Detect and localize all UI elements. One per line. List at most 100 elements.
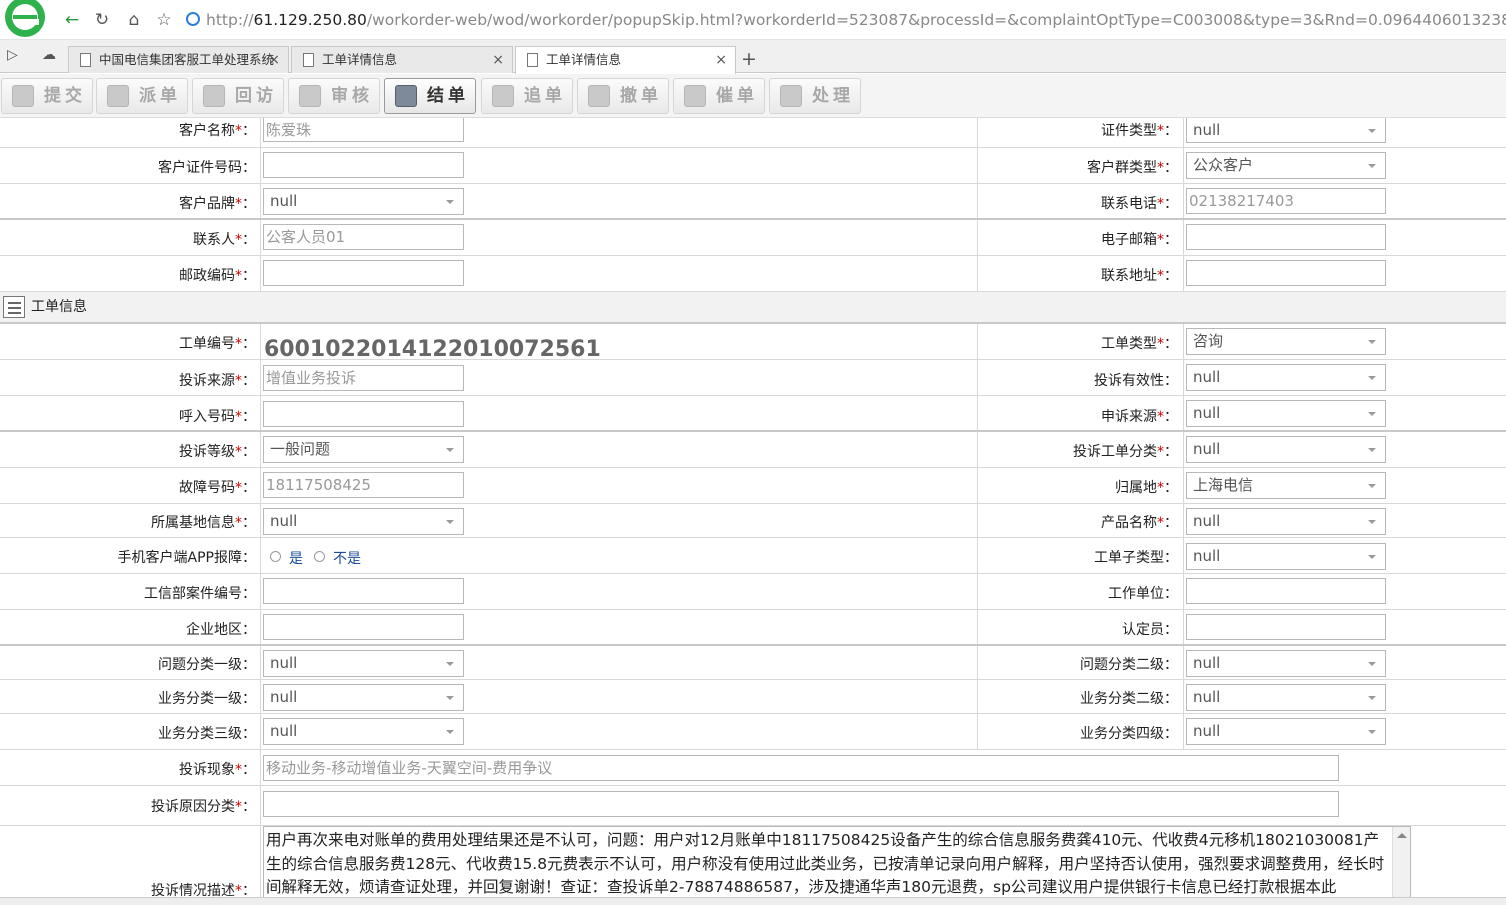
globe-icon xyxy=(186,12,200,26)
email-label: 电子邮箱*： xyxy=(1101,232,1178,248)
dispatch-button[interactable]: 派单 xyxy=(96,78,188,114)
miit-input[interactable] xyxy=(263,578,464,604)
description-textarea[interactable]: 用户再次来电对账单的费用处理结果还是不认可，问题：用户对12月账单中181175… xyxy=(263,826,1411,905)
assessor-label: 认定员： xyxy=(1122,622,1178,638)
level-select[interactable]: 一般问题 xyxy=(263,436,464,463)
id-type-label: 证件类型*： xyxy=(1101,123,1178,139)
belong-select[interactable]: 上海电信 xyxy=(1186,472,1386,499)
star-icon[interactable]: ☆ xyxy=(152,8,176,32)
id-number-input[interactable] xyxy=(263,152,464,178)
app-yes-label[interactable]: 是 xyxy=(289,548,303,568)
fault-input[interactable]: 18117508425 xyxy=(263,472,464,498)
reload-icon[interactable]: ↻ xyxy=(90,8,114,32)
appeal-label: 申诉来源*： xyxy=(1101,409,1178,425)
customer-name-input[interactable]: 陈爱珠 xyxy=(263,118,464,142)
unit-label: 工作单位： xyxy=(1108,586,1178,602)
region-input[interactable] xyxy=(263,614,464,640)
reason-input[interactable] xyxy=(263,791,1339,817)
dispatch-icon xyxy=(107,85,129,107)
cloud-icon[interactable]: ☁ xyxy=(42,47,56,63)
app-no-label[interactable]: 不是 xyxy=(333,548,361,568)
region-label: 企业地区： xyxy=(186,622,256,638)
appeal-select[interactable]: null xyxy=(1186,400,1386,427)
id-number-label: 客户证件号码： xyxy=(158,160,256,176)
order-type-label: 工单类型*： xyxy=(1101,336,1178,352)
close-order-button[interactable]: 结单 xyxy=(384,78,476,114)
new-tab-icon[interactable]: + xyxy=(738,46,760,72)
callin-input[interactable] xyxy=(263,401,464,427)
order-type-select[interactable]: 咨询 xyxy=(1186,328,1386,355)
app-yes-radio[interactable] xyxy=(270,551,281,562)
brand-select[interactable]: null xyxy=(263,188,464,215)
miit-label: 工信部案件编号： xyxy=(144,586,256,602)
business-l1-label: 业务分类一级： xyxy=(158,691,256,707)
page-icon xyxy=(527,53,538,67)
phone-input[interactable]: 02138217403 xyxy=(1186,188,1386,214)
section-title: 工单信息 xyxy=(31,299,87,315)
business-l4-select[interactable]: null xyxy=(1186,718,1386,745)
address-label: 联系地址*： xyxy=(1101,268,1178,284)
description-scrollbar[interactable] xyxy=(1392,827,1410,904)
review-button[interactable]: 审核 xyxy=(288,78,380,114)
base-label: 所属基地信息*： xyxy=(151,515,256,531)
problem-l2-select[interactable]: null xyxy=(1186,650,1386,677)
belong-label: 归属地*： xyxy=(1115,480,1178,496)
source-label: 投诉来源*： xyxy=(179,373,256,389)
base-select[interactable]: null xyxy=(263,508,464,535)
customer-group-label: 客户群类型*： xyxy=(1087,160,1178,176)
zip-input[interactable] xyxy=(263,260,464,286)
source-input[interactable]: 增值业务投诉 xyxy=(263,365,464,391)
zip-label: 邮政编码*： xyxy=(179,268,256,284)
business-l2-select[interactable]: null xyxy=(1186,684,1386,711)
contact-input[interactable]: 公客人员01 xyxy=(263,224,464,250)
tab-detail-1[interactable]: 工单详情信息 × xyxy=(291,46,513,73)
fault-label: 故障号码*： xyxy=(179,480,256,496)
address-input[interactable] xyxy=(1186,260,1386,286)
problem-l1-select[interactable]: null xyxy=(263,650,464,677)
close-tab-icon[interactable]: × xyxy=(715,47,727,73)
handle-button[interactable]: 处理 xyxy=(769,78,861,114)
customer-group-select[interactable]: 公众客户 xyxy=(1186,152,1386,179)
order-number-value: 600102201412201007256​1 xyxy=(264,337,601,362)
business-l3-label: 业务分类三级： xyxy=(158,726,256,742)
callin-label: 呼入号码*： xyxy=(179,409,256,425)
close-tab-icon[interactable]: × xyxy=(492,47,504,73)
business-l3-select[interactable]: null xyxy=(263,718,464,745)
product-select[interactable]: null xyxy=(1186,508,1386,535)
submit-button[interactable]: 提交 xyxy=(1,78,93,114)
assessor-input[interactable] xyxy=(1186,614,1386,640)
tab-system[interactable]: 中国电信集团客服工单处理系统 × xyxy=(68,46,289,73)
handle-icon xyxy=(780,85,802,107)
contact-label: 联系人*： xyxy=(193,232,256,248)
problem-l2-label: 问题分类二级： xyxy=(1080,657,1178,673)
close-tab-icon[interactable]: × xyxy=(268,47,280,73)
business-l1-select[interactable]: null xyxy=(263,684,464,711)
follow-icon xyxy=(492,85,514,107)
category-label: 投诉工单分类*： xyxy=(1073,444,1178,460)
tab-detail-2[interactable]: 工单详情信息 × xyxy=(515,46,736,74)
follow-button[interactable]: 追单 xyxy=(481,78,573,114)
phenomenon-input[interactable]: 移动业务-移动增值业务-天翼空间-费用争议 xyxy=(263,755,1339,781)
reason-label: 投诉原因分类*： xyxy=(151,799,256,815)
app-label: 手机客户端APP报障： xyxy=(117,550,256,566)
validity-select[interactable]: null xyxy=(1186,364,1386,391)
revisit-button[interactable]: 回访 xyxy=(192,78,284,114)
tab-bar: ▷ ☁ 中国电信集团客服工单处理系统 × 工单详情信息 × 工单详情信息 × + xyxy=(0,40,1506,74)
back-arrow-icon[interactable]: ← xyxy=(60,8,84,32)
id-type-select[interactable]: null xyxy=(1186,118,1386,143)
subtype-select[interactable]: null xyxy=(1186,543,1386,570)
app-no-radio[interactable] xyxy=(314,551,325,562)
unit-input[interactable] xyxy=(1186,578,1386,604)
sidebar-toggle-icon[interactable]: ▷ xyxy=(7,47,18,63)
order-info-section: 工单信息 xyxy=(0,292,1506,324)
email-input[interactable] xyxy=(1186,224,1386,250)
horizontal-scrollbar[interactable] xyxy=(0,897,1506,905)
urge-button[interactable]: 催单 xyxy=(673,78,765,114)
home-icon[interactable]: ⌂ xyxy=(122,8,146,32)
order-no-label: 工单编号*： xyxy=(179,336,256,352)
url-field[interactable]: http://61.129.250.80/workorder-web/wod/w… xyxy=(206,8,1506,32)
category-select[interactable]: null xyxy=(1186,436,1386,463)
withdraw-button[interactable]: 撤单 xyxy=(577,78,669,114)
level-label: 投诉等级*： xyxy=(179,444,256,460)
browser-logo-icon xyxy=(5,0,45,37)
